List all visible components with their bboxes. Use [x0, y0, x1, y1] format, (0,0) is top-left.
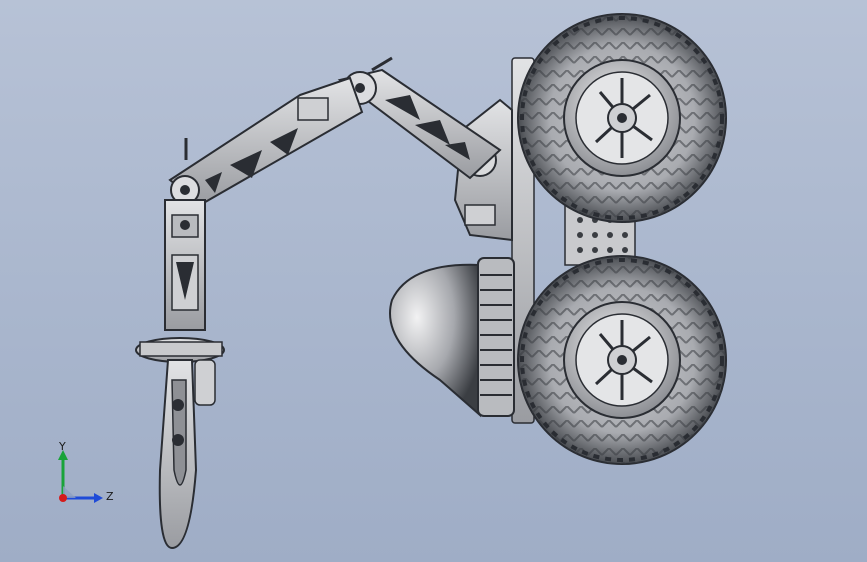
robot-model[interactable] [0, 0, 867, 562]
y-axis-label: Y [58, 440, 66, 453]
x-axis-dot [59, 494, 67, 502]
z-axis-arrowhead [94, 493, 103, 503]
wheel-lower [517, 255, 727, 465]
orientation-triad: Y Z [58, 440, 114, 503]
wrist-link [164, 199, 206, 331]
graphics-viewport[interactable]: Y Z [0, 0, 867, 562]
wheel-upper [517, 13, 727, 223]
forearm-link [168, 76, 364, 207]
camera-dome [389, 257, 515, 418]
gripper [135, 337, 225, 550]
z-axis-label: Z [106, 490, 114, 503]
